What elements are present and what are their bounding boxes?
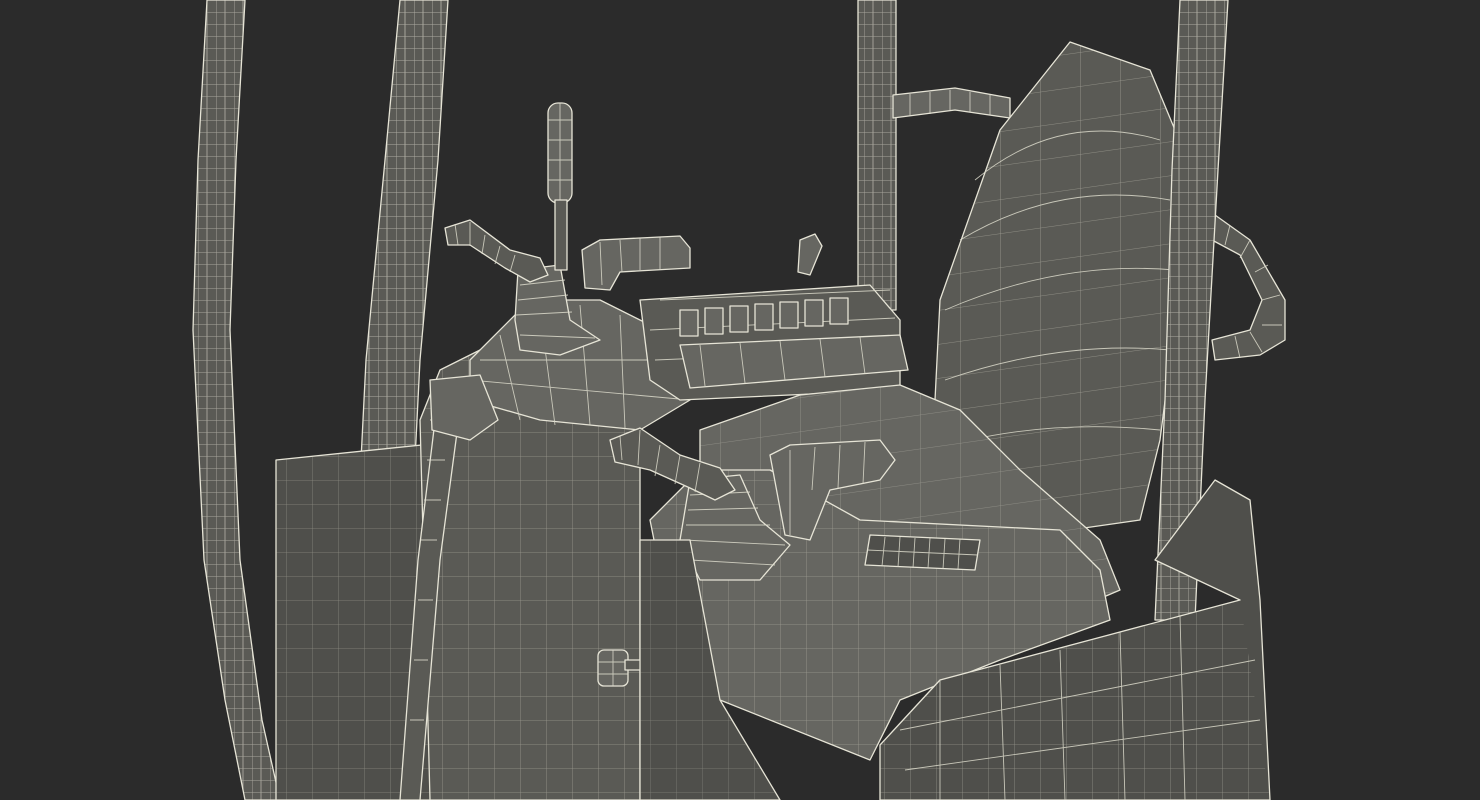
- control-lever-tall[interactable]: [547, 102, 573, 271]
- render-viewport: [0, 0, 1480, 800]
- wireframe-render: [192, 0, 1286, 800]
- grab-rail-back: [892, 87, 1011, 119]
- joystick-left[interactable]: [444, 219, 601, 356]
- toggle-switch-rear[interactable]: [797, 233, 823, 276]
- switch-panel-right[interactable]: [864, 534, 981, 571]
- seat-armrest-right: [1211, 214, 1286, 361]
- frame-post-back-left: [857, 0, 897, 311]
- frame-post-left-rear: [192, 0, 281, 800]
- instrument-panel-rear: [639, 284, 909, 401]
- lever-box-back[interactable]: [581, 235, 691, 291]
